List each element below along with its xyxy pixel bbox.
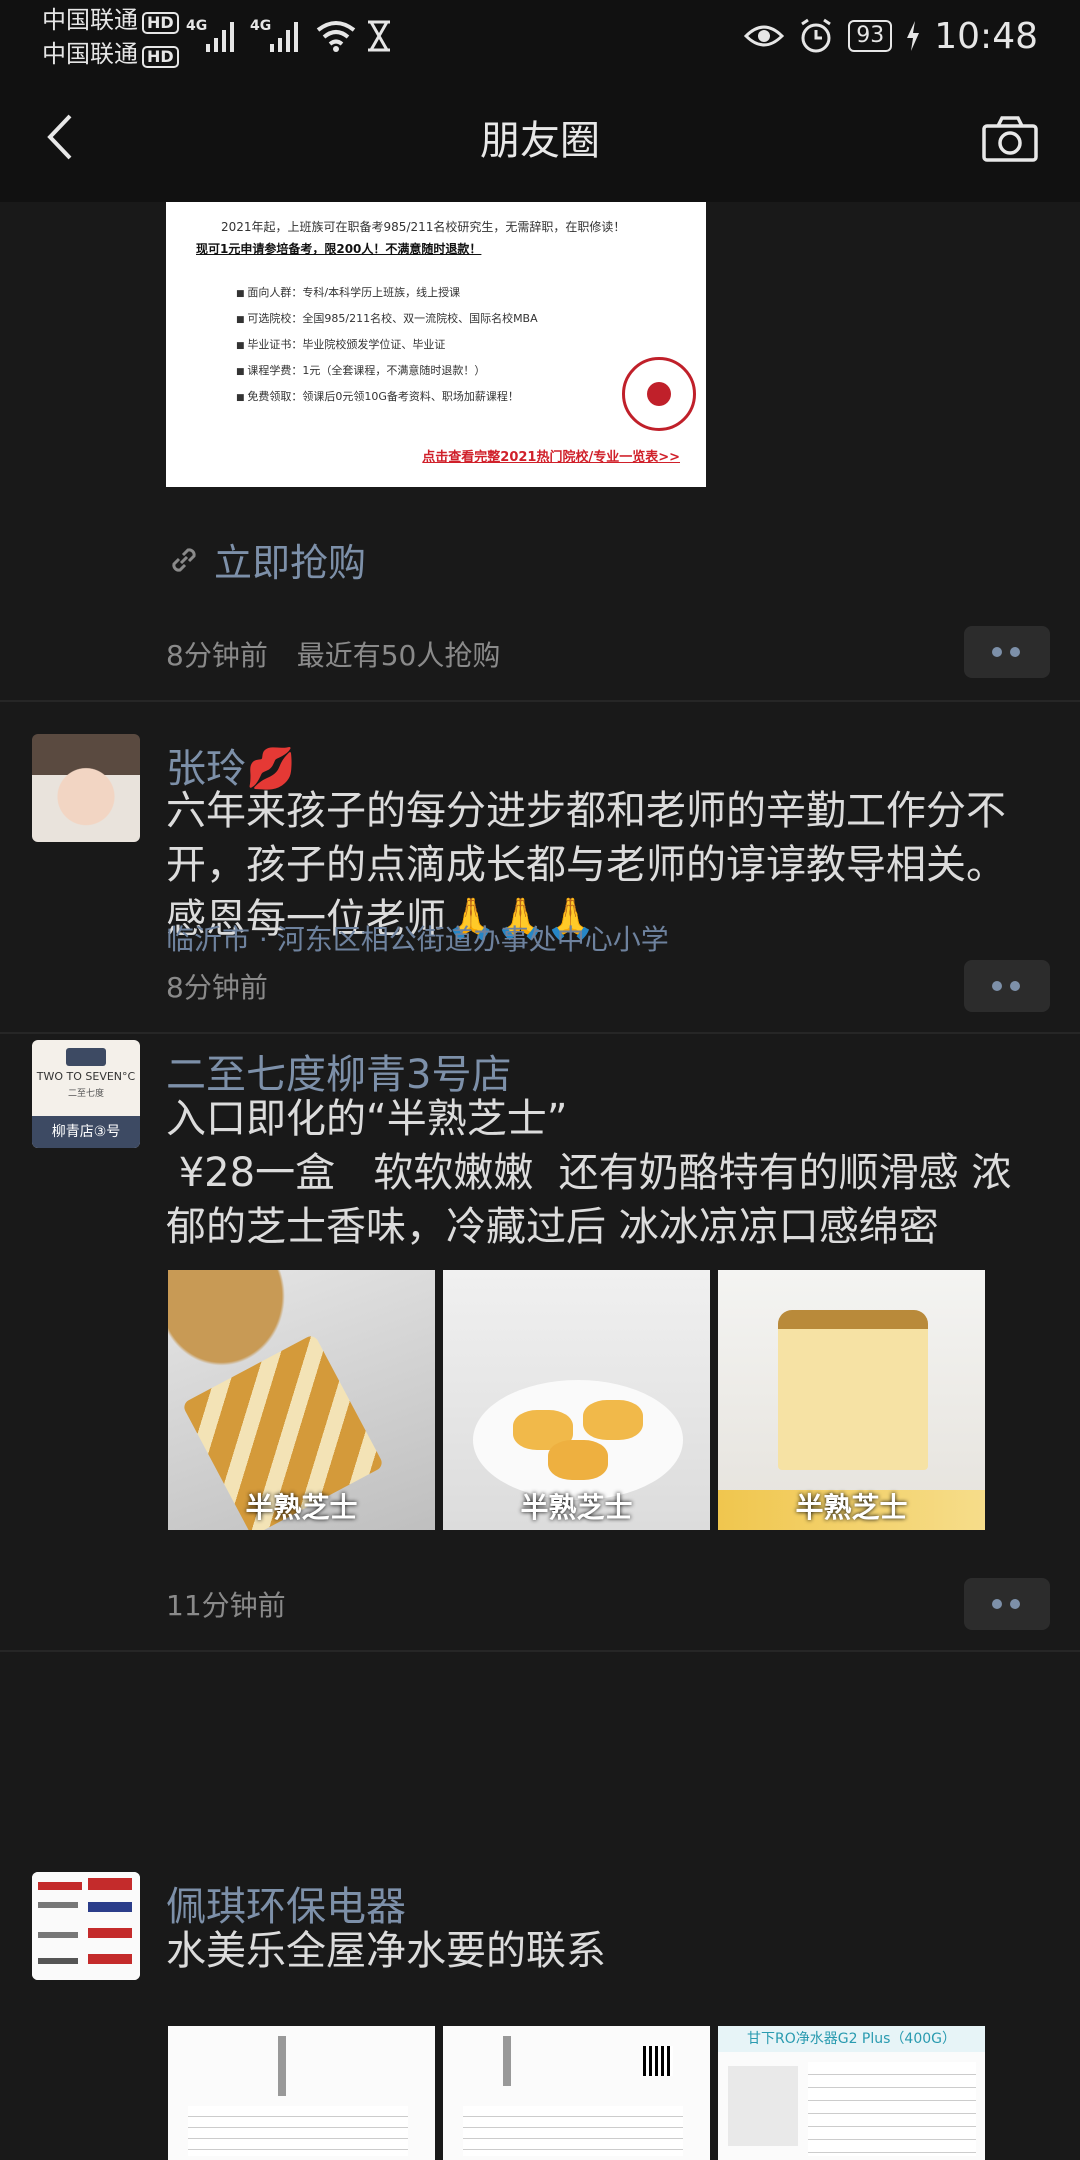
photo-grid: 半熟芝士 半熟芝士 半熟芝士 <box>168 1270 985 1530</box>
charging-icon <box>907 21 920 51</box>
photo-thumbnail[interactable]: 半熟芝士 <box>443 1270 710 1530</box>
photo-thumbnail[interactable]: 甘下RO净水器G2 Plus（400G） <box>718 2026 985 2160</box>
photo-thumbnail[interactable] <box>168 2026 435 2160</box>
signal-icon-2: 4G <box>250 18 304 52</box>
buy-now-link[interactable]: 立即抢购 <box>166 532 366 587</box>
post-text: 水美乐全屋净水要的联系 <box>166 1928 606 1974</box>
avatar[interactable] <box>32 734 140 842</box>
faucet-photo <box>278 2036 286 2096</box>
cheese-slice-photo <box>778 1310 928 1470</box>
link-icon <box>172 547 196 572</box>
alarm-icon <box>801 18 832 53</box>
post-time: 8分钟前 <box>166 971 268 1004</box>
post-time: 8分钟前 最近有50人抢购 <box>166 639 501 672</box>
comment-more-button[interactable] <box>964 626 1050 678</box>
hourglass-icon <box>368 20 390 52</box>
ad-cta-text: 点击查看完整2021热门院校/专业一览表>> <box>422 450 680 465</box>
clock: 10:48 <box>934 15 1038 57</box>
carrier-1: 中国联通 HD <box>42 6 179 34</box>
carrier-2: 中国联通 HD <box>42 40 179 68</box>
photo-thumbnail[interactable] <box>443 2026 710 2160</box>
comment-more-button[interactable] <box>964 1578 1050 1630</box>
cake-icon <box>66 1048 106 1066</box>
wifi-icon <box>316 21 356 52</box>
eye-icon <box>744 25 785 47</box>
status-right: 93 10:48 <box>744 14 1038 58</box>
comment-more-button[interactable] <box>964 960 1050 1012</box>
nav-bar: 朋友圈 <box>0 70 1080 202</box>
divider <box>0 700 1080 702</box>
post-time: 11分钟前 <box>166 1589 286 1622</box>
seal-stamp <box>622 357 696 431</box>
divider <box>0 1032 1080 1034</box>
signal-icon: 4G <box>186 18 240 52</box>
photo-grid: 甘下RO净水器G2 Plus（400G） <box>168 2026 985 2160</box>
photo-thumbnail[interactable]: 半熟芝士 <box>718 1270 985 1530</box>
ad-feature-list: 面向人群：专科/本科学历上班族，线上授课 可选院校：全国985/211名校、双一… <box>236 284 537 414</box>
qr-code <box>643 2046 673 2076</box>
avatar[interactable]: TWO TO SEVEN°C 二至七度 柳青店③号 <box>32 1040 140 1148</box>
photo-thumbnail[interactable]: 半熟芝士 <box>168 1270 435 1530</box>
camera-icon[interactable] <box>982 116 1038 162</box>
battery-indicator: 93 <box>848 20 893 52</box>
ad-image[interactable]: 2021年起，上班族可在职备考985/211名校研究生，无需辞职，在职修读！ 现… <box>166 202 706 487</box>
divider <box>0 1650 1080 1652</box>
post-location[interactable]: 临沂市 · 河东区相公街道办事处中心小学 <box>166 918 669 958</box>
brand-logo[interactable] <box>32 1872 140 1980</box>
post-text: 入口即化的“半熟芝士” ¥28一盒 软软嫩嫩 还有奶酪特有的顺滑感 浓郁的芝士香… <box>166 1096 1012 1250</box>
page-title: 朋友圈 <box>480 118 600 164</box>
status-bar: 中国联通 HD 中国联通 HD 4G 4G 93 10:48 <box>0 0 1080 70</box>
